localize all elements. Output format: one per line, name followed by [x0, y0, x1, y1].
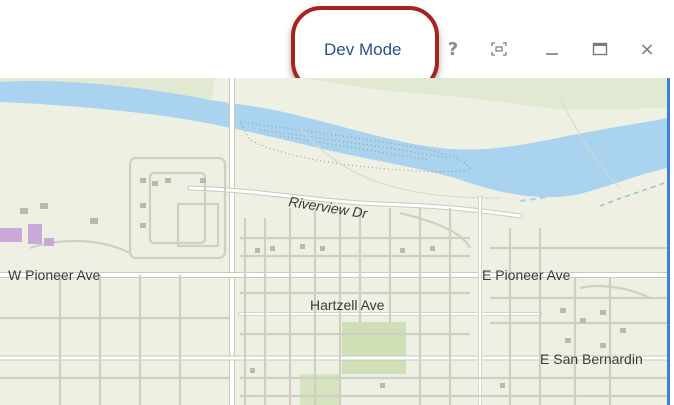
minimize-icon [546, 53, 558, 55]
window-title-bar: Dev Mode ? × [0, 0, 674, 92]
park-area [342, 322, 406, 374]
w-pioneer-ave-label: W Pioneer Ave [8, 267, 101, 283]
window-edge [667, 78, 670, 405]
map-view[interactable]: Riverview Dr W Pioneer Ave E Pioneer Ave… [0, 78, 667, 405]
focus-mode-button[interactable] [484, 34, 514, 64]
focus-mode-icon [491, 42, 507, 56]
minimize-button[interactable] [537, 34, 567, 64]
hartzell-ave-label: Hartzell Ave [310, 297, 385, 313]
e-san-bernardino-label: E San Bernardin [540, 351, 643, 367]
maximize-icon [592, 42, 608, 56]
close-icon: × [639, 38, 655, 60]
maximize-button[interactable] [585, 34, 615, 64]
help-icon: ? [447, 38, 459, 60]
map-canvas[interactable]: Riverview Dr W Pioneer Ave E Pioneer Ave… [0, 78, 667, 405]
close-button[interactable]: × [632, 34, 662, 64]
e-pioneer-ave-label: E Pioneer Ave [482, 267, 571, 283]
help-button[interactable]: ? [438, 34, 468, 64]
